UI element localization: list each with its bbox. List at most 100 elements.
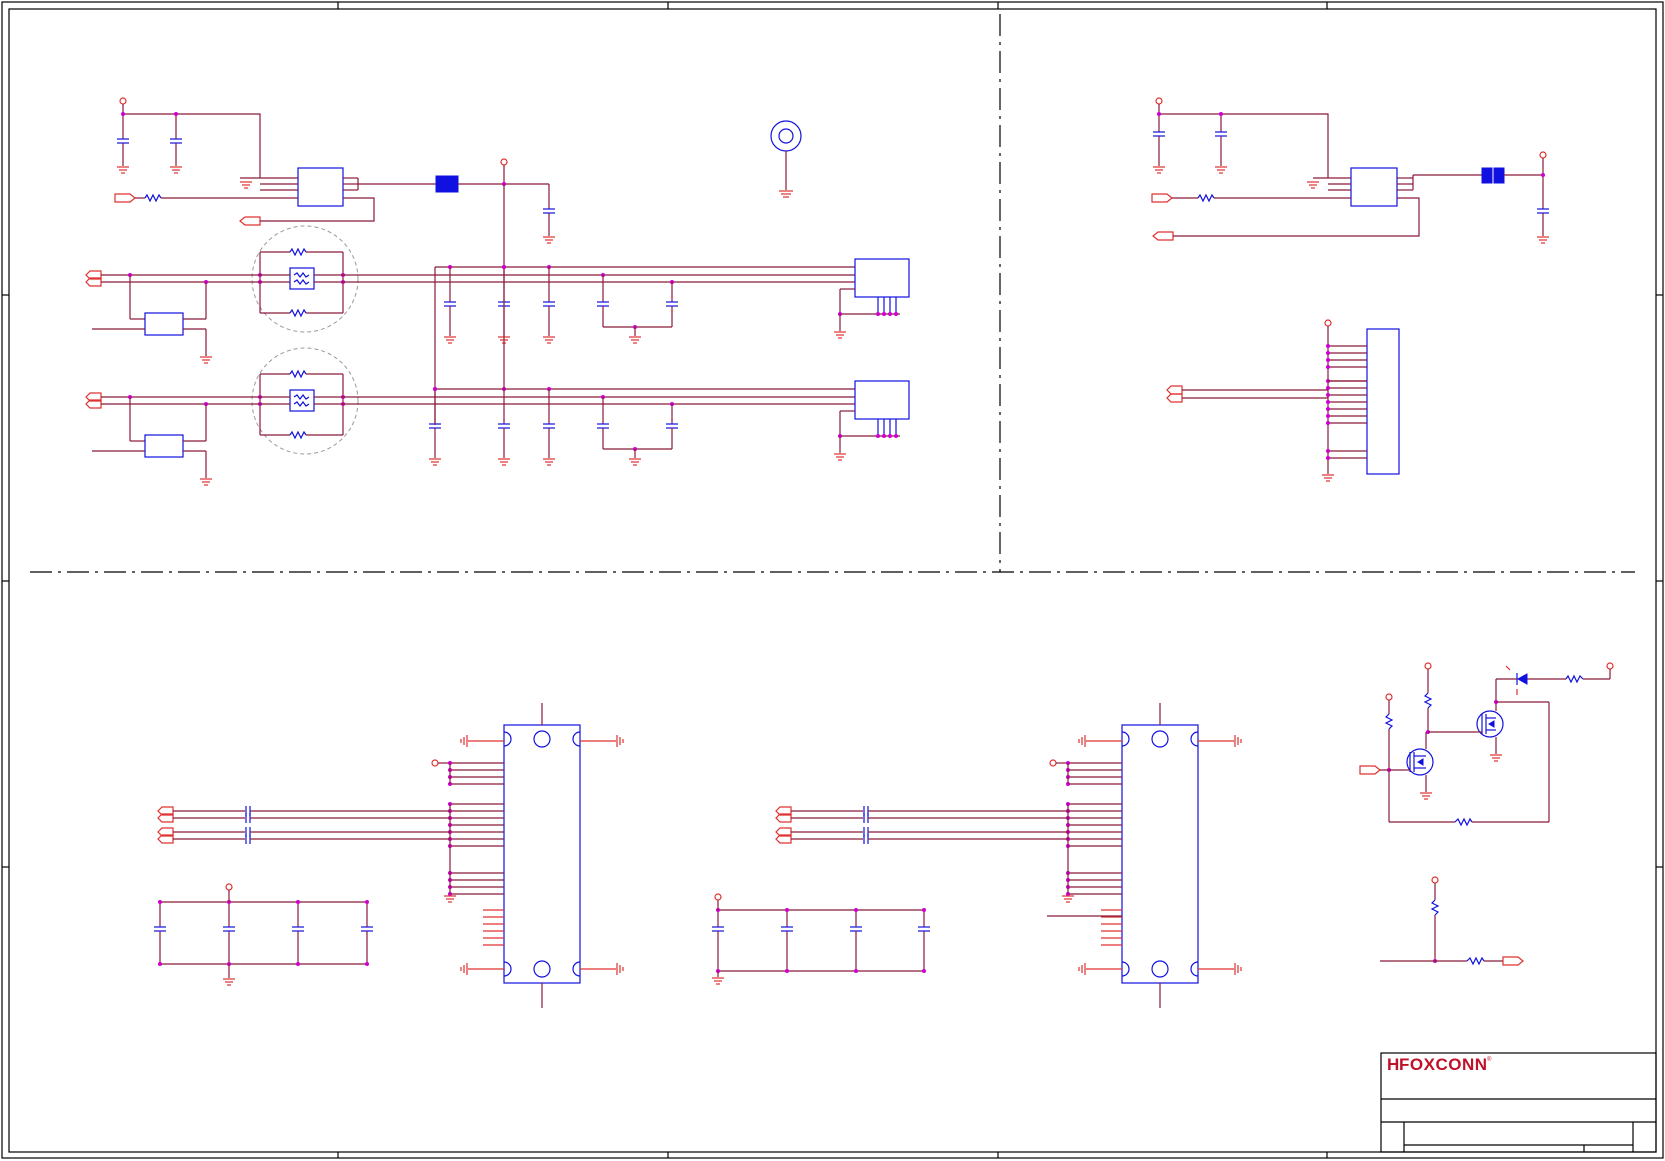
socket-block [154, 703, 624, 1008]
logo-mark: H [1387, 1055, 1400, 1074]
resistor-icon [1430, 899, 1440, 916]
ground-icon [629, 336, 641, 344]
capacitor-icon [245, 813, 251, 823]
mounting-hole-icon [1151, 730, 1169, 748]
junction-dot [1326, 449, 1330, 453]
capacitor-icon [223, 926, 235, 932]
junction-dot [922, 969, 926, 973]
connector-icon [1166, 385, 1183, 395]
choke-outline [251, 347, 359, 455]
ground-icon [444, 336, 456, 344]
choke-outline [251, 225, 359, 333]
ground-icon [498, 458, 510, 466]
ground-icon [543, 236, 555, 244]
junction-dot [365, 900, 369, 904]
junction-dot [888, 434, 892, 438]
ground-icon [444, 895, 456, 903]
power-pin-icon [1424, 662, 1432, 670]
ground-icon [117, 166, 129, 174]
power-pin-icon [714, 893, 722, 901]
junction-dot [1326, 400, 1330, 404]
socket-icon [503, 724, 581, 984]
junction-dot [1326, 393, 1330, 397]
mounting-hole-icon [770, 120, 802, 198]
ground-icon [616, 963, 624, 975]
junction-dot [433, 387, 437, 391]
led-driver-block [1359, 662, 1614, 966]
junction-dot [365, 962, 369, 966]
capacitor-icon [850, 926, 862, 932]
capacitor-icon [863, 813, 869, 823]
power-pin-icon [431, 759, 439, 767]
ground-icon [170, 166, 182, 174]
ground-icon [834, 331, 846, 339]
title-block: H FOXCONN ® [1380, 1052, 1657, 1153]
capacitor-icon [498, 423, 510, 429]
junction-dot [1326, 421, 1330, 425]
esd-array-icon [144, 434, 184, 458]
junction-dot [854, 969, 858, 973]
common-mode-choke-icon [289, 389, 315, 412]
ground-icon [543, 336, 555, 344]
resistor-icon [1423, 692, 1433, 709]
header-connector-icon [1366, 328, 1400, 475]
capacitor-icon [863, 834, 869, 844]
resistor-icon [1384, 713, 1394, 730]
capacitor-icon [597, 423, 609, 429]
usb-connector-icon [854, 258, 910, 298]
common-mode-choke-icon [289, 267, 315, 290]
mounting-hole-icon [533, 960, 551, 978]
esd-array-icon [144, 312, 184, 336]
power-pin-icon [1431, 876, 1439, 884]
junction-dot [1326, 365, 1330, 369]
mosfet-icon [1476, 710, 1504, 738]
power-pin-icon [1324, 319, 1332, 327]
power-pin-icon [1539, 151, 1547, 159]
fuse-icon [435, 175, 459, 193]
resistor-icon [289, 430, 307, 440]
ground-icon [1062, 895, 1074, 903]
capacitor-icon [117, 138, 129, 144]
junction-dot [785, 908, 789, 912]
ground-icon [1234, 735, 1242, 747]
connector-icon [1359, 765, 1381, 775]
capacitor-icon [781, 926, 793, 932]
ground-icon [460, 963, 468, 975]
usb-power-block-right [1151, 97, 1549, 482]
capacitor-icon [444, 301, 456, 307]
section-dividers [30, 14, 1635, 573]
ground-icon [223, 978, 235, 986]
company-logo: H FOXCONN ® [1387, 1055, 1492, 1074]
company-name: FOXCONN [1399, 1055, 1488, 1074]
capacitor-icon [543, 301, 555, 307]
junction-dot [1326, 351, 1330, 355]
connector-icon [1502, 956, 1524, 966]
fuse-icon [1481, 167, 1493, 184]
junction-dot [882, 434, 886, 438]
socket-icon [1121, 724, 1199, 984]
power-pin-icon [1049, 759, 1057, 767]
ic-icon [297, 167, 344, 207]
connector-icon [1152, 231, 1174, 241]
ground-icon [1490, 754, 1502, 762]
junction-dot [1326, 344, 1330, 348]
ground-icon [1153, 166, 1165, 174]
ic-icon [1350, 167, 1398, 207]
capacitor-icon [361, 926, 373, 932]
registered-mark: ® [1487, 1056, 1492, 1063]
capacitor-icon [154, 926, 166, 932]
connector-icon [239, 216, 261, 226]
junction-dot [158, 900, 162, 904]
junction-dot [888, 312, 892, 316]
ground-icon [1234, 963, 1242, 975]
junction-dot [876, 434, 880, 438]
power-pin-icon [500, 158, 508, 166]
junction-dot [922, 908, 926, 912]
ground-icon [629, 458, 641, 466]
capacitor-icon [597, 301, 609, 307]
ground-icon [1322, 474, 1334, 482]
ground-icon [200, 356, 212, 364]
ground-icon [543, 458, 555, 466]
junction-dot [1326, 407, 1330, 411]
ground-icon [460, 735, 468, 747]
